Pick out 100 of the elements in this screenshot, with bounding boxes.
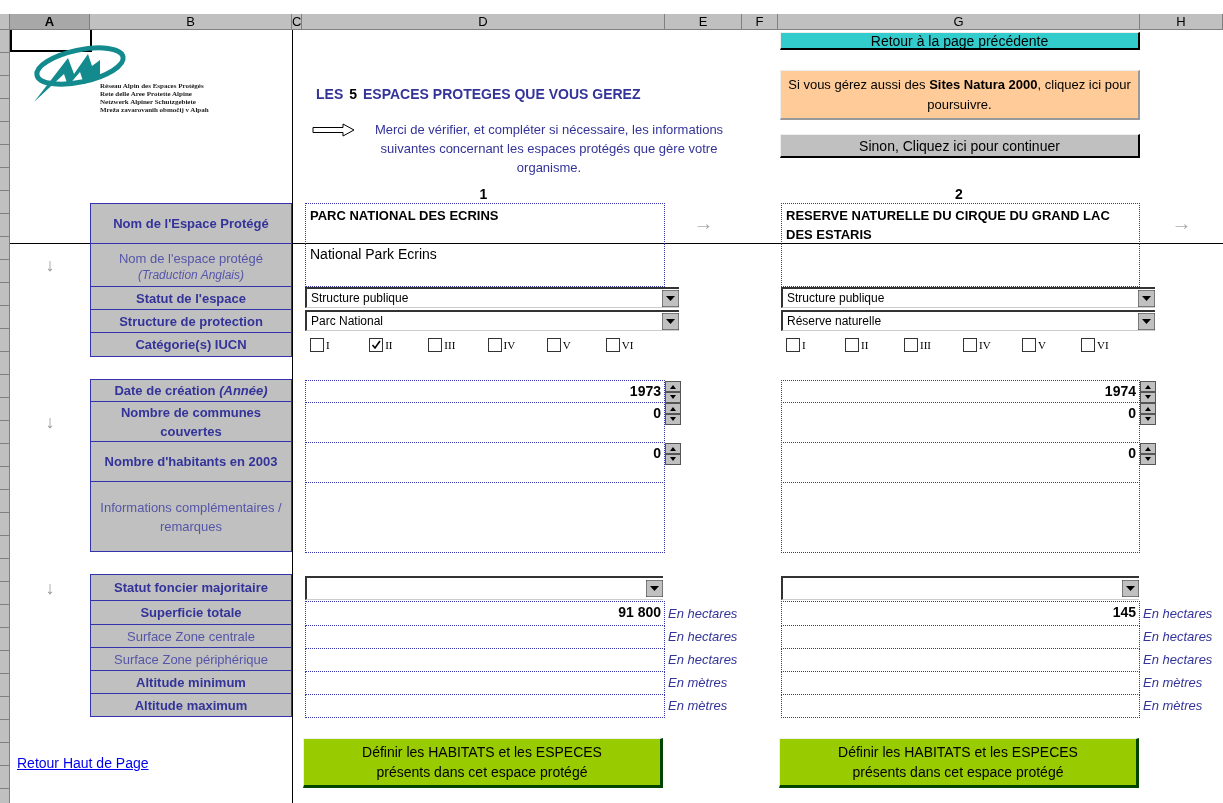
caret-icon (662, 312, 679, 330)
spinner-control[interactable] (665, 403, 681, 425)
number-field[interactable] (305, 694, 665, 718)
unit-text: En mètres (667, 698, 729, 713)
spinner-control[interactable] (1140, 381, 1156, 403)
number-field[interactable]: 91 800 (305, 601, 665, 626)
column-header[interactable]: H (1140, 14, 1223, 30)
dropdown[interactable] (781, 576, 1139, 600)
number-field[interactable] (781, 625, 1140, 649)
column-header[interactable]: D (302, 14, 665, 30)
checkbox[interactable] (369, 338, 384, 352)
column-header[interactable]: E (665, 14, 742, 30)
unit-text: En hectares (667, 652, 739, 667)
checkbox-label: II (385, 339, 393, 351)
unit-text: En hectares (667, 629, 739, 644)
habitats-button[interactable]: Définir les HABITATS et les ESPECES présents dans cet espace protégé (303, 738, 663, 788)
number-field[interactable] (305, 625, 665, 649)
column-header[interactable]: F (742, 14, 778, 30)
number-field[interactable] (305, 648, 665, 672)
checkbox[interactable] (786, 338, 800, 352)
checkbox-label: VI (621, 339, 634, 351)
checkbox[interactable] (605, 338, 620, 352)
instruction-text: Merci de vérifier, et compléter si nécessaire, les informations suivantes concernant les espaces protégés que gère votre organisme. (373, 121, 725, 177)
spinner-control[interactable] (665, 443, 681, 465)
dropdown[interactable]: Parc National (305, 310, 679, 331)
back-button[interactable]: Retour à la page précédente (780, 32, 1140, 50)
checkbox-label: I (326, 339, 330, 351)
checkbox[interactable] (428, 338, 443, 352)
checkbox[interactable] (845, 338, 859, 352)
number-field[interactable] (781, 671, 1140, 695)
field-label: Statut de l'espace (90, 286, 292, 310)
checkbox[interactable] (963, 338, 977, 352)
field-label: Nom de l'espace protégé (Traduction Anglais) (90, 243, 292, 287)
number-field[interactable]: 0 (305, 442, 665, 483)
unit-text: En hectares (1142, 652, 1214, 667)
column-header[interactable]: G (778, 14, 1140, 30)
field-label: Statut foncier majoritaire (90, 574, 292, 601)
checkbox-label: II (861, 339, 869, 351)
caret-icon (646, 580, 663, 597)
spinner-control[interactable] (1140, 403, 1156, 425)
number-field[interactable]: 1973 (305, 380, 665, 403)
count-text: 5 (349, 86, 358, 102)
checkbox[interactable] (310, 338, 324, 352)
unit-text: En hectares (1142, 629, 1214, 644)
checkbox[interactable] (1022, 338, 1036, 352)
arrow-text: → (1170, 211, 1193, 235)
unit-text: En mètres (1142, 675, 1204, 690)
arrow-text: → (692, 211, 715, 235)
name-field[interactable]: PARC NATIONAL DES ECRINS (305, 203, 665, 244)
column-number: 1 (478, 186, 489, 202)
number-field[interactable]: 0 (305, 402, 665, 443)
dropdown[interactable]: Réserve naturelle (781, 310, 1155, 331)
checkbox-label: III (920, 339, 931, 351)
dropdown[interactable]: Structure publique (305, 287, 679, 308)
dropdown[interactable]: Structure publique (781, 287, 1155, 308)
checkbox[interactable] (487, 338, 502, 352)
remarks-field[interactable] (781, 482, 1140, 553)
checkbox-label: V (562, 339, 571, 351)
checkbox[interactable] (1081, 338, 1095, 352)
number-field[interactable]: 0 (781, 402, 1140, 443)
name-field[interactable]: RESERVE NATURELLE DU CIRQUE DU GRAND LAC DES ESTARIS (781, 203, 1140, 244)
field-label: Superficie totale (90, 600, 292, 625)
field-label: Nombre de communes couvertes (90, 401, 292, 442)
number-field[interactable] (781, 648, 1140, 672)
arrow-text: ↓ (44, 255, 56, 276)
caret-icon (662, 289, 679, 307)
field-label: Date de création (Année) (90, 379, 292, 402)
natura-button[interactable]: Si vous gérez aussi des Sites Natura 2000, cliquez ici pour poursuivre. (780, 70, 1140, 120)
field-label: Informations complémentaires / remarques (90, 481, 292, 552)
checkbox[interactable] (904, 338, 918, 352)
column-header[interactable]: A (10, 14, 90, 30)
title-text: LES (316, 86, 344, 102)
number-field[interactable]: 1974 (781, 380, 1140, 403)
spinner-control[interactable] (1140, 443, 1156, 465)
corner-cell (0, 14, 10, 30)
continue-button[interactable]: Sinon, Cliquez ici pour continuer (780, 134, 1140, 158)
checkbox[interactable] (546, 338, 561, 352)
checkbox-label: VI (1097, 339, 1109, 351)
number-field[interactable] (781, 694, 1140, 718)
field-label: Surface Zone périphérique (90, 647, 292, 671)
caret-icon (1122, 580, 1139, 597)
top-link[interactable]: Retour Haut de Page (10, 755, 292, 771)
number-field[interactable] (305, 671, 665, 695)
field-label: Surface Zone centrale (90, 624, 292, 648)
habitats-button[interactable]: Définir les HABITATS et les ESPECES présents dans cet espace protégé (779, 738, 1139, 788)
remarks-field[interactable] (305, 482, 665, 553)
unit-text: En hectares (1142, 605, 1214, 621)
column-header[interactable]: B (90, 14, 292, 30)
arrow-icon (312, 123, 356, 137)
caret-icon (1138, 289, 1155, 307)
column-number: 2 (954, 186, 964, 202)
field-label: Altitude minimum (90, 670, 292, 694)
checkbox-label: V (1038, 339, 1046, 351)
dropdown[interactable] (305, 576, 663, 600)
number-field[interactable]: 0 (781, 442, 1140, 483)
number-field[interactable]: 145 (781, 601, 1140, 626)
spinner-control[interactable] (665, 381, 681, 403)
unit-text: En mètres (667, 675, 729, 690)
unit-text: En hectares (667, 605, 739, 621)
field-label: Nom de l'Espace Protégé (90, 203, 292, 244)
